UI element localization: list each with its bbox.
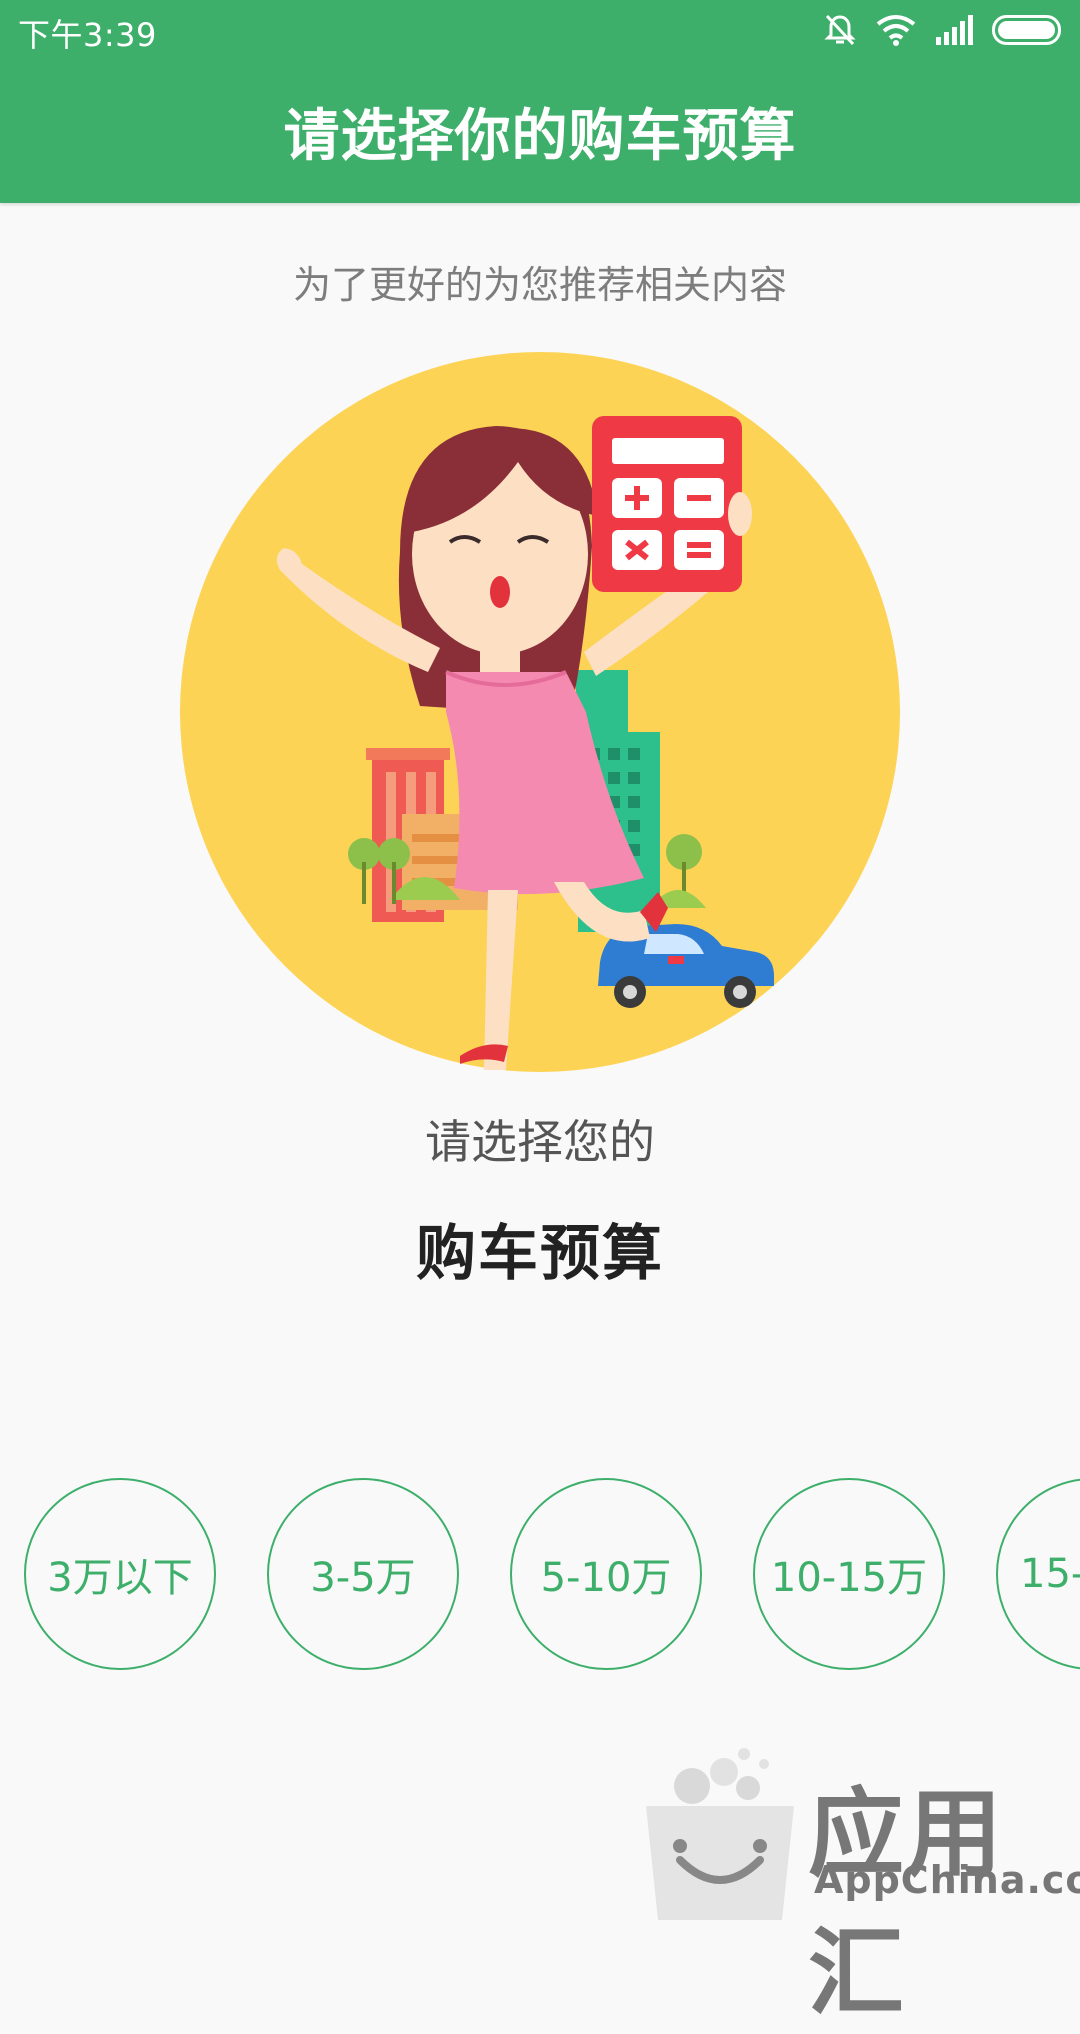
status-bar: 下午3:39 [0,0,1080,60]
watermark-en: AppChina.com [814,1858,1080,1902]
budget-option-3-5w[interactable]: 3-5万 [267,1478,459,1670]
app-header: 请选择你的购车预算 [0,60,1080,203]
budget-illustration [180,352,900,1072]
budget-option-10-15w[interactable]: 10-15万 [753,1478,945,1670]
prompt-line-1: 请选择您的 [425,1115,655,1169]
wifi-icon [876,15,916,46]
page-title: 请选择你的购车预算 [283,104,797,169]
battery-icon [992,15,1061,45]
status-icons [822,12,1064,48]
budget-option-5-10w[interactable]: 5-10万 [510,1478,702,1670]
appchina-watermark: 应用汇 AppChina.com [640,1742,1080,2029]
signal-icon [936,15,973,45]
budget-option-15-partial[interactable]: 15- [996,1478,1080,1670]
budget-option-under-3w[interactable]: 3万以下 [24,1478,216,1670]
status-time: 下午3:39 [18,16,157,54]
shopping-bag-icon [646,1748,794,1920]
budget-options-scroller[interactable]: 3万以下 3-5万 5-10万 10-15万 15- [0,1478,1080,1674]
mute-icon [824,14,856,46]
prompt-line-2: 购车预算 [416,1219,664,1289]
subtitle: 为了更好的为您推荐相关内容 [292,263,787,307]
